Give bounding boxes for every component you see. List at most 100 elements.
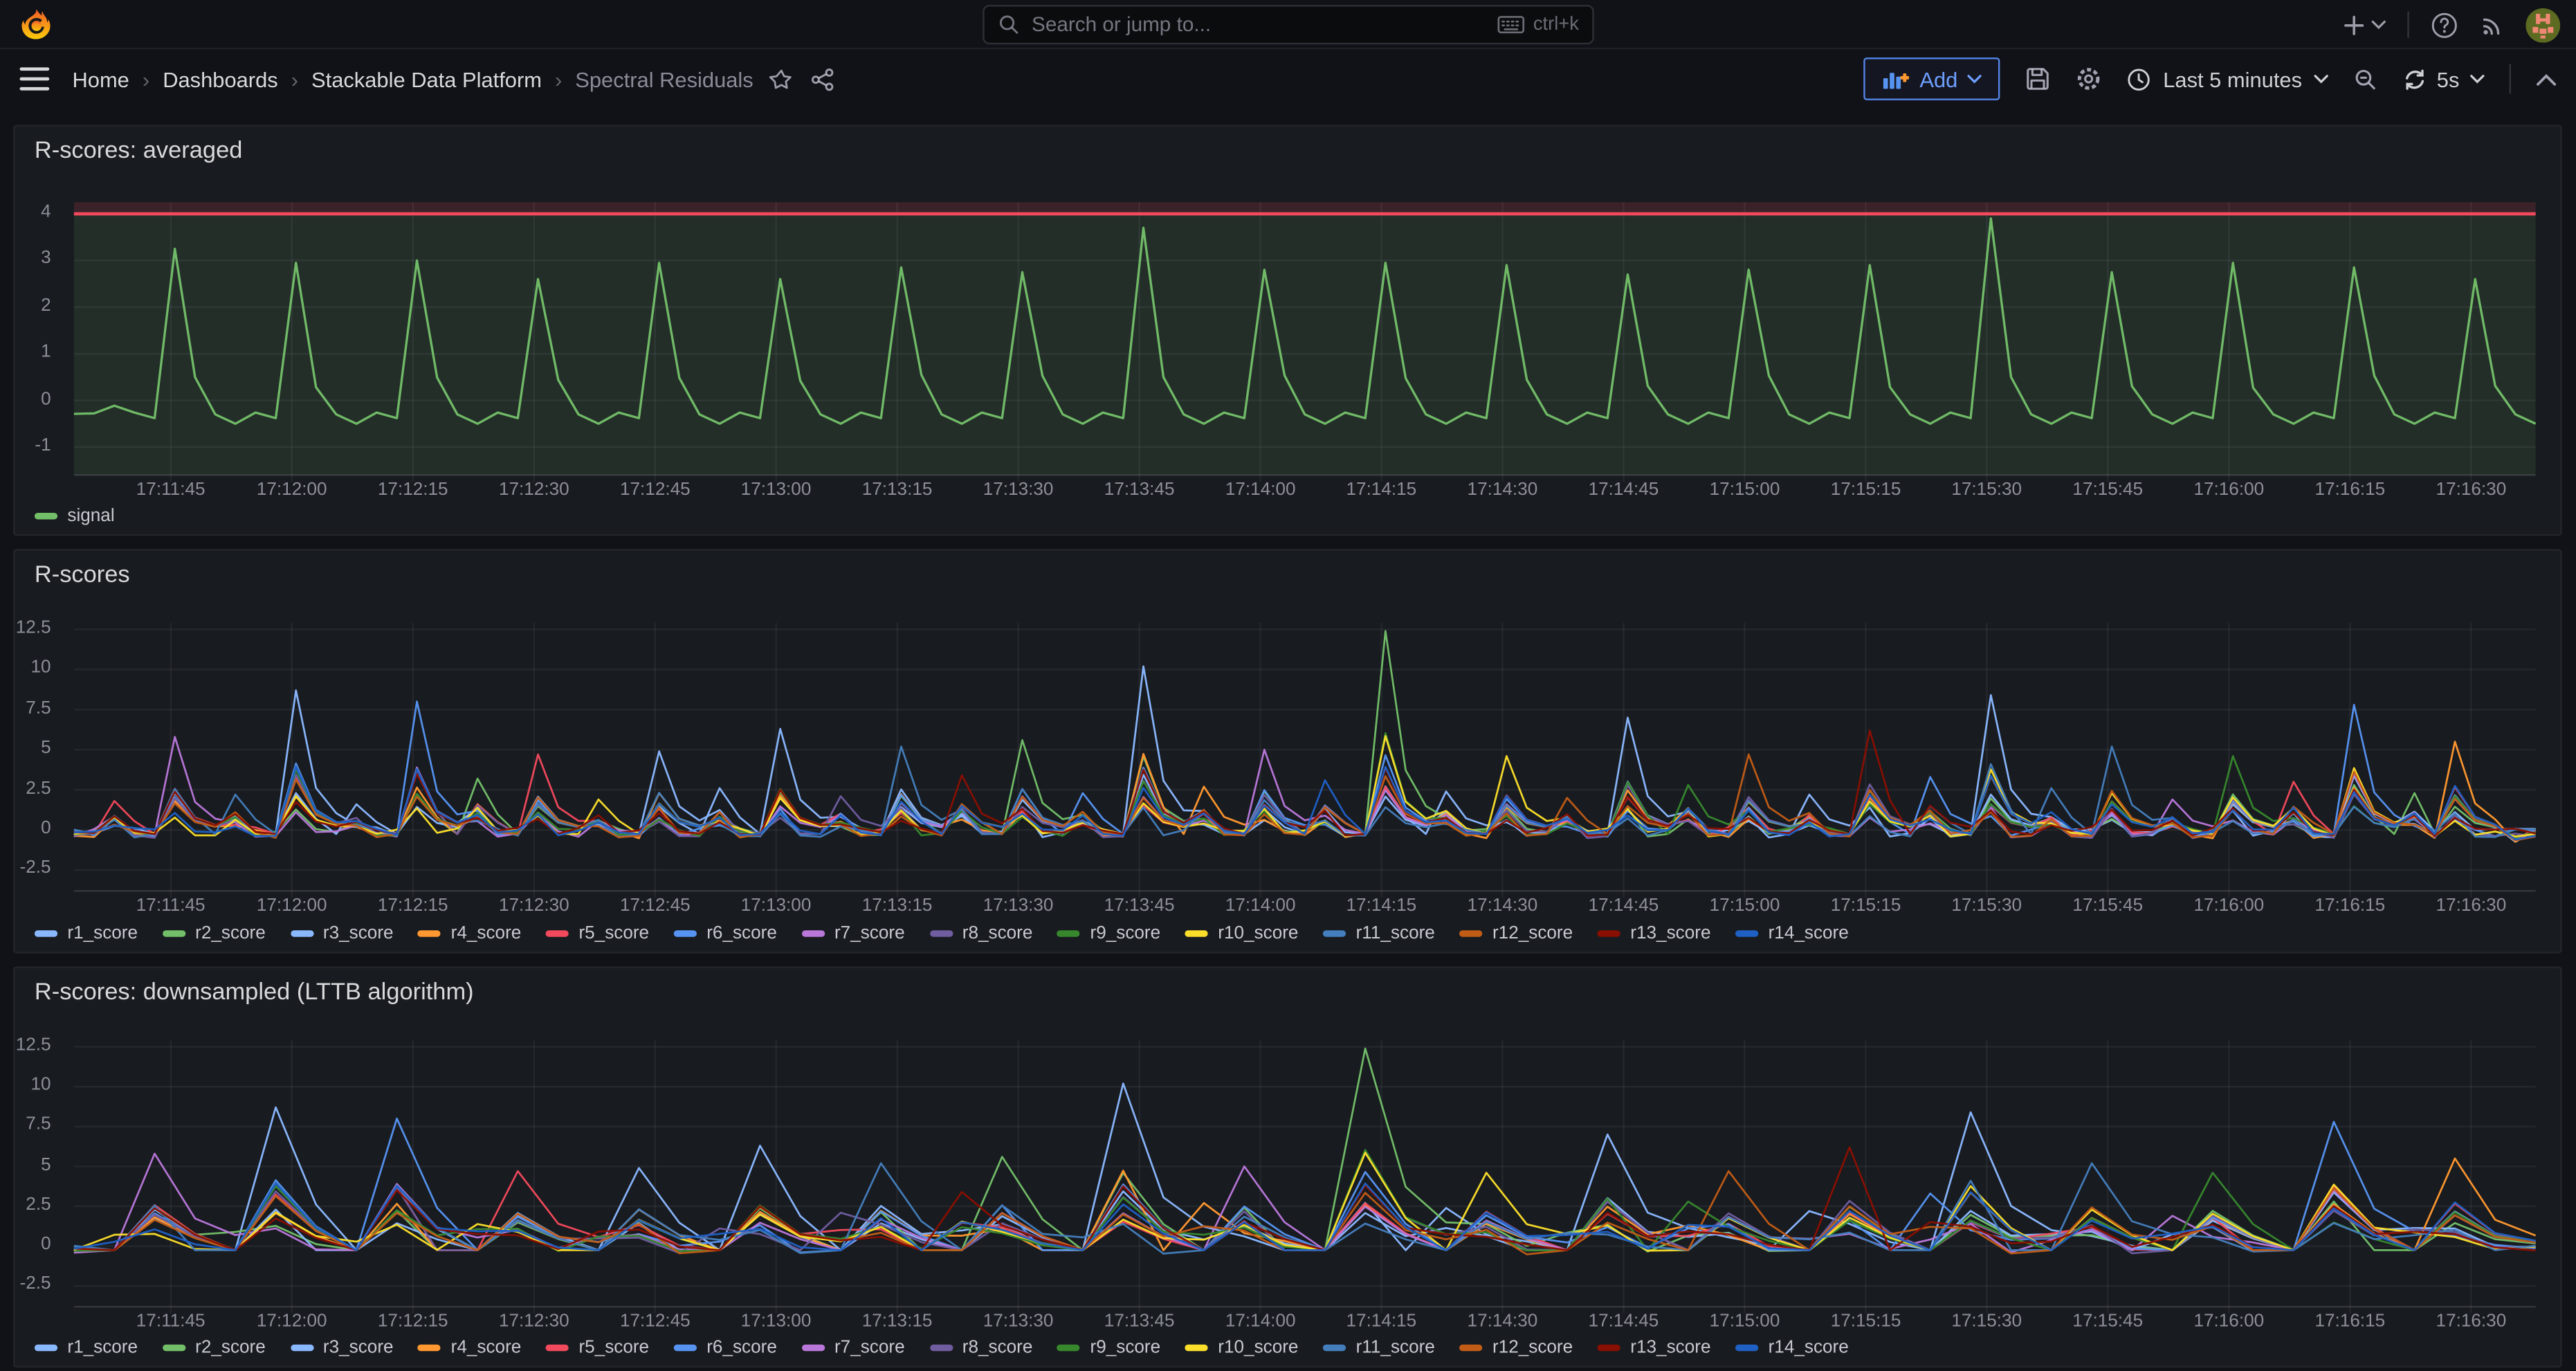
legend-series-label: r8_score xyxy=(962,1338,1033,1358)
refresh-controls: 5s xyxy=(2402,66,2484,91)
help-button[interactable] xyxy=(2430,10,2458,38)
x-tick-label: 17:12:15 xyxy=(378,480,448,500)
legend-series-label: r8_score xyxy=(962,924,1033,944)
y-tick-label: -2.5 xyxy=(20,858,51,878)
breadcrumb-folder[interactable]: Stackable Data Platform xyxy=(311,66,542,91)
legend-item[interactable]: r6_score xyxy=(674,924,777,944)
menu-toggle-icon[interactable] xyxy=(20,67,50,90)
legend-series-label: r12_score xyxy=(1492,924,1573,944)
y-tick-label: 3 xyxy=(41,249,51,269)
x-tick-label: 17:12:00 xyxy=(257,480,327,500)
favorite-button[interactable] xyxy=(769,66,794,91)
x-tick-label: 17:12:45 xyxy=(620,896,691,916)
legend-item[interactable]: r14_score xyxy=(1735,1338,1849,1358)
x-tick-label: 17:15:15 xyxy=(1831,1311,1901,1332)
x-tick-label: 17:13:15 xyxy=(862,1311,933,1332)
legend-item[interactable]: r3_score xyxy=(290,1338,393,1358)
legend-item[interactable]: r14_score xyxy=(1735,924,1849,944)
legend-item[interactable]: r10_score xyxy=(1185,924,1299,944)
add-button[interactable]: Add xyxy=(1864,57,2000,100)
x-tick-label: 17:16:30 xyxy=(2436,1311,2507,1332)
legend-item[interactable]: r11_score xyxy=(1323,1338,1435,1358)
legend-item[interactable]: r7_score xyxy=(801,1338,904,1358)
x-tick-label: 17:16:15 xyxy=(2315,480,2386,500)
legend-item[interactable]: r1_score xyxy=(35,924,138,944)
star-icon xyxy=(769,66,794,91)
y-tick-label: -1 xyxy=(35,435,51,455)
legend-series-label: r10_score xyxy=(1218,1338,1298,1358)
legend-item[interactable]: r9_score xyxy=(1057,1338,1160,1358)
legend: signal xyxy=(35,503,2544,529)
legend-item[interactable]: r6_score xyxy=(674,1338,777,1358)
legend-item[interactable]: r4_score xyxy=(418,924,521,944)
legend-series-label: r7_score xyxy=(834,924,905,944)
x-tick-label: 17:12:15 xyxy=(378,1311,448,1332)
time-series-plot[interactable] xyxy=(74,202,2536,475)
legend-item[interactable]: r9_score xyxy=(1057,924,1160,944)
time-series-plot[interactable] xyxy=(74,1040,2536,1307)
refresh-interval-label[interactable]: 5s xyxy=(2437,66,2460,91)
x-tick-label: 17:14:30 xyxy=(1468,1311,1538,1332)
legend-item[interactable]: r1_score xyxy=(35,1338,138,1358)
legend-series-label: r12_score xyxy=(1492,1338,1573,1358)
x-tick-label: 17:14:30 xyxy=(1468,480,1538,500)
y-axis: 12.5107.552.50-2.5 xyxy=(15,623,64,891)
refresh-button[interactable] xyxy=(2402,66,2427,91)
breadcrumb-dashboards[interactable]: Dashboards xyxy=(163,66,278,91)
x-tick-label: 17:15:00 xyxy=(1710,480,1780,500)
legend-item[interactable]: r11_score xyxy=(1323,924,1435,944)
legend-item[interactable]: r7_score xyxy=(801,924,904,944)
y-tick-label: 10 xyxy=(31,658,51,678)
legend-item[interactable]: r13_score xyxy=(1598,924,1711,944)
legend-series-color xyxy=(1598,1345,1620,1352)
legend-item[interactable]: r5_score xyxy=(546,1338,649,1358)
search-input[interactable]: Search or jump to... ctrl+k xyxy=(983,5,1594,44)
legend-item[interactable]: r2_score xyxy=(163,1338,266,1358)
legend-item[interactable]: signal xyxy=(35,507,115,527)
panel-title[interactable]: R-scores xyxy=(35,562,130,588)
legend-item[interactable]: r13_score xyxy=(1598,1338,1711,1358)
user-avatar[interactable] xyxy=(2525,8,2559,42)
legend-series-label: r9_score xyxy=(1090,924,1161,944)
panel-title[interactable]: R-scores: averaged xyxy=(35,138,243,165)
collapse-controls-button[interactable] xyxy=(2535,71,2557,86)
legend-series-color xyxy=(35,930,57,937)
question-circle-icon xyxy=(2430,10,2458,38)
x-axis: 17:11:4517:12:0017:12:1517:12:3017:12:45… xyxy=(74,480,2536,503)
legend-item[interactable]: r8_score xyxy=(929,1338,1032,1358)
panel-title[interactable]: R-scores: downsampled (LTTB algorithm) xyxy=(35,980,474,1006)
x-tick-label: 17:12:30 xyxy=(499,1311,569,1332)
legend-item[interactable]: r12_score xyxy=(1459,924,1573,944)
x-tick-label: 17:13:15 xyxy=(862,480,933,500)
grafana-logo-icon[interactable] xyxy=(18,7,54,43)
chevron-down-icon xyxy=(2469,74,2484,84)
share-button[interactable] xyxy=(811,66,836,91)
dashboard-settings-button[interactable] xyxy=(2076,66,2102,92)
clock-icon xyxy=(2127,66,2152,91)
legend-item[interactable]: r5_score xyxy=(546,924,649,944)
legend-item[interactable]: r3_score xyxy=(290,924,393,944)
x-tick-label: 17:14:45 xyxy=(1589,480,1659,500)
dashboard-toolbar: Home › Dashboards › Stackable Data Platf… xyxy=(0,49,2576,109)
news-button[interactable] xyxy=(2479,12,2504,37)
legend-item[interactable]: r4_score xyxy=(418,1338,521,1358)
new-menu-button[interactable] xyxy=(2341,12,2385,37)
search-icon xyxy=(997,13,1020,36)
x-tick-label: 17:14:00 xyxy=(1225,480,1296,500)
save-dashboard-button[interactable] xyxy=(2025,66,2052,92)
zoom-out-icon xyxy=(2353,66,2378,91)
legend-item[interactable]: r10_score xyxy=(1185,1338,1299,1358)
legend-item[interactable]: r8_score xyxy=(929,924,1032,944)
legend-item[interactable]: r2_score xyxy=(163,924,266,944)
legend: r1_score r2_score r3_score r4_score r5_score… xyxy=(35,1335,2544,1361)
legend-item[interactable]: r12_score xyxy=(1459,1338,1573,1358)
time-range-picker[interactable]: Last 5 minutes xyxy=(2127,66,2328,91)
x-tick-label: 17:15:45 xyxy=(2072,896,2143,916)
x-tick-label: 17:13:30 xyxy=(983,480,1054,500)
zoom-out-button[interactable] xyxy=(2353,66,2378,91)
breadcrumb-home[interactable]: Home xyxy=(73,66,129,91)
legend-series-label: r6_score xyxy=(706,1338,777,1358)
x-tick-label: 17:14:45 xyxy=(1589,1311,1659,1332)
time-series-plot[interactable] xyxy=(74,623,2536,891)
legend-series-color xyxy=(1185,1345,1208,1352)
